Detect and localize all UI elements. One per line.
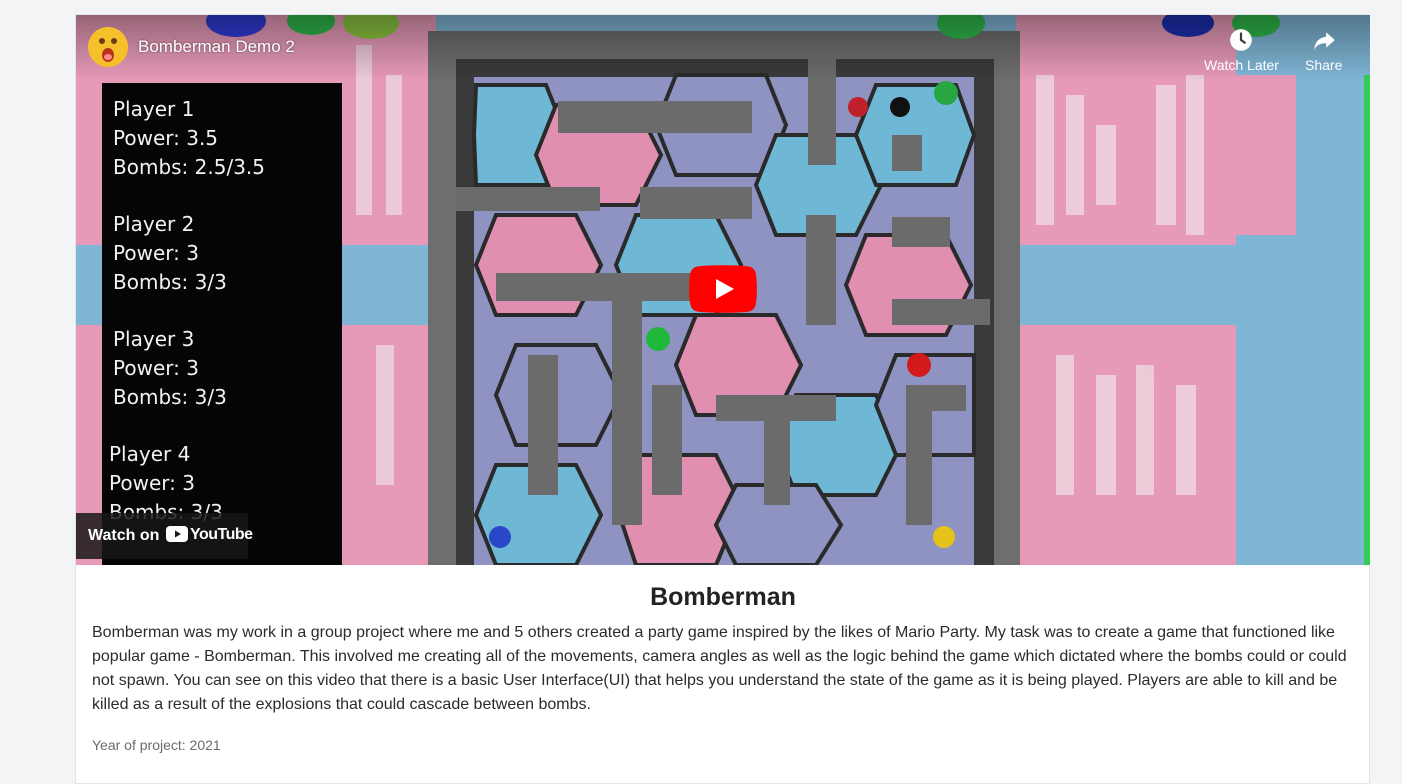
hud-player-name: Player 2 <box>113 212 195 236</box>
hud-player-name: Player 1 <box>113 97 195 121</box>
play-button[interactable] <box>689 265 757 313</box>
hud-power: Power: 3 <box>113 356 199 380</box>
project-year: Year of project: 2021 <box>92 737 221 753</box>
hud-player-3: Player 3 Power: 3 Bombs: 3/3 <box>113 325 227 412</box>
share-button[interactable]: Share <box>1305 27 1342 73</box>
project-title: Bomberman <box>650 583 796 611</box>
share-arrow-icon <box>1313 32 1335 50</box>
hud-player-2: Player 2 Power: 3 Bombs: 3/3 <box>113 210 227 297</box>
hud-bombs: Bombs: 3/3 <box>113 385 227 409</box>
youtube-wordmark: YouTube <box>190 526 253 543</box>
project-description: Bomberman was my work in a group project… <box>92 624 1347 713</box>
watch-on-youtube-link[interactable]: Watch on YouTube <box>76 513 253 559</box>
emoji-face-icon <box>88 27 128 67</box>
video-title[interactable]: Bomberman Demo 2 <box>138 37 295 57</box>
hud-power: Power: 3 <box>113 241 199 265</box>
watch-on-label: Watch on <box>88 527 160 544</box>
share-label: Share <box>1305 57 1343 73</box>
channel-avatar[interactable] <box>88 27 128 67</box>
youtube-embed[interactable]: Player 1 Power: 3.5 Bombs: 2.5/3.5 Playe… <box>76 15 1370 565</box>
watch-later-label: Watch Later <box>1204 57 1279 73</box>
watch-later-button[interactable]: Watch Later <box>1204 27 1279 73</box>
hud-bombs: Bombs: 3/3 <box>113 270 227 294</box>
hud-player-1: Player 1 Power: 3.5 Bombs: 2.5/3.5 <box>113 95 265 182</box>
game-hud-overlay: Player 1 Power: 3.5 Bombs: 2.5/3.5 Playe… <box>102 83 342 565</box>
clock-icon <box>1230 29 1253 51</box>
play-icon <box>689 265 757 313</box>
hud-bombs: Bombs: 2.5/3.5 <box>113 155 266 179</box>
hud-player-name: Player 4 <box>109 442 191 466</box>
hud-player-name: Player 3 <box>113 327 195 351</box>
hud-power: Power: 3 <box>109 471 195 495</box>
youtube-logo-icon <box>166 526 188 542</box>
hud-power: Power: 3.5 <box>113 126 219 150</box>
video-header-bar: Bomberman Demo 2 Watch Later Share <box>76 15 1370 81</box>
